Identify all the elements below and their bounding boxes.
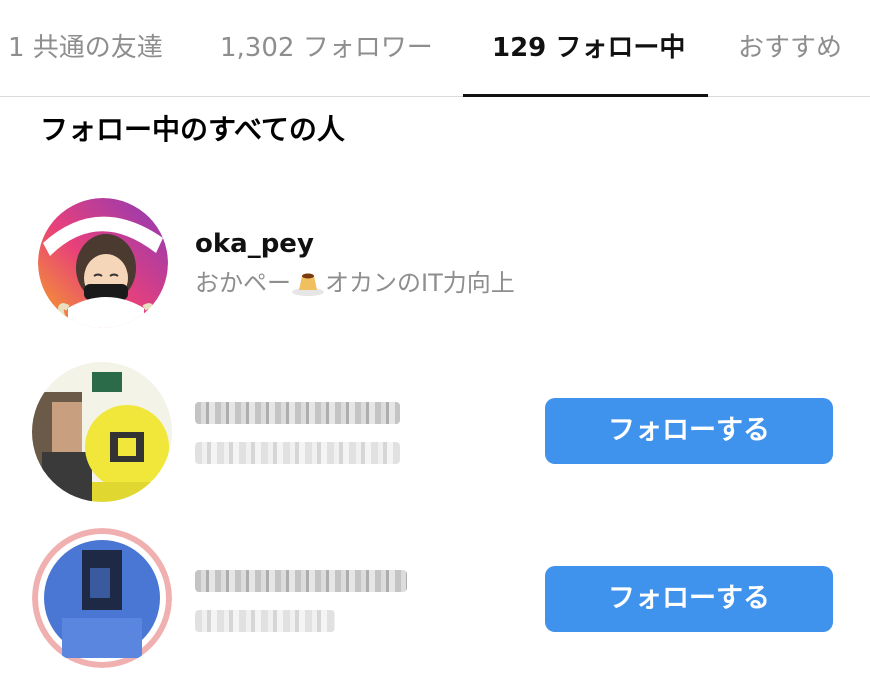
blurred-full-name	[195, 610, 335, 632]
blurred-avatar-icon[interactable]	[32, 362, 172, 502]
blurred-full-name	[195, 442, 400, 464]
tab-following[interactable]: 129 フォロー中	[492, 28, 685, 68]
full-name: おかペー オカンのIT力向上	[195, 266, 515, 300]
list-item[interactable]: oka_pey おかペー オカンのIT力向上	[0, 196, 870, 336]
username[interactable]: oka_pey	[195, 226, 314, 262]
pudding-icon	[291, 270, 325, 296]
full-name-part: おかペー	[195, 269, 291, 297]
list-item[interactable]: フォローする	[0, 362, 870, 502]
cartoon-avatar-icon[interactable]	[38, 198, 168, 328]
tab-bar: 1 共通の友達 1,302 フォロワー 129 フォロー中 おすすめ	[0, 0, 870, 97]
blurred-username	[195, 570, 407, 592]
section-title: フォロー中のすべての人	[40, 113, 345, 146]
blurred-avatar-icon[interactable]	[32, 528, 172, 668]
active-tab-indicator	[463, 94, 708, 97]
tab-mutual-friends[interactable]: 1 共通の友達	[8, 28, 163, 68]
list-item[interactable]: フォローする	[0, 528, 870, 668]
follow-button[interactable]: フォローする	[545, 398, 833, 464]
follow-button[interactable]: フォローする	[545, 566, 833, 632]
full-name-part: オカンのIT力向上	[325, 269, 515, 297]
tab-suggestions[interactable]: おすすめ	[738, 28, 842, 68]
blurred-username	[195, 402, 400, 424]
tab-followers[interactable]: 1,302 フォロワー	[220, 28, 433, 68]
